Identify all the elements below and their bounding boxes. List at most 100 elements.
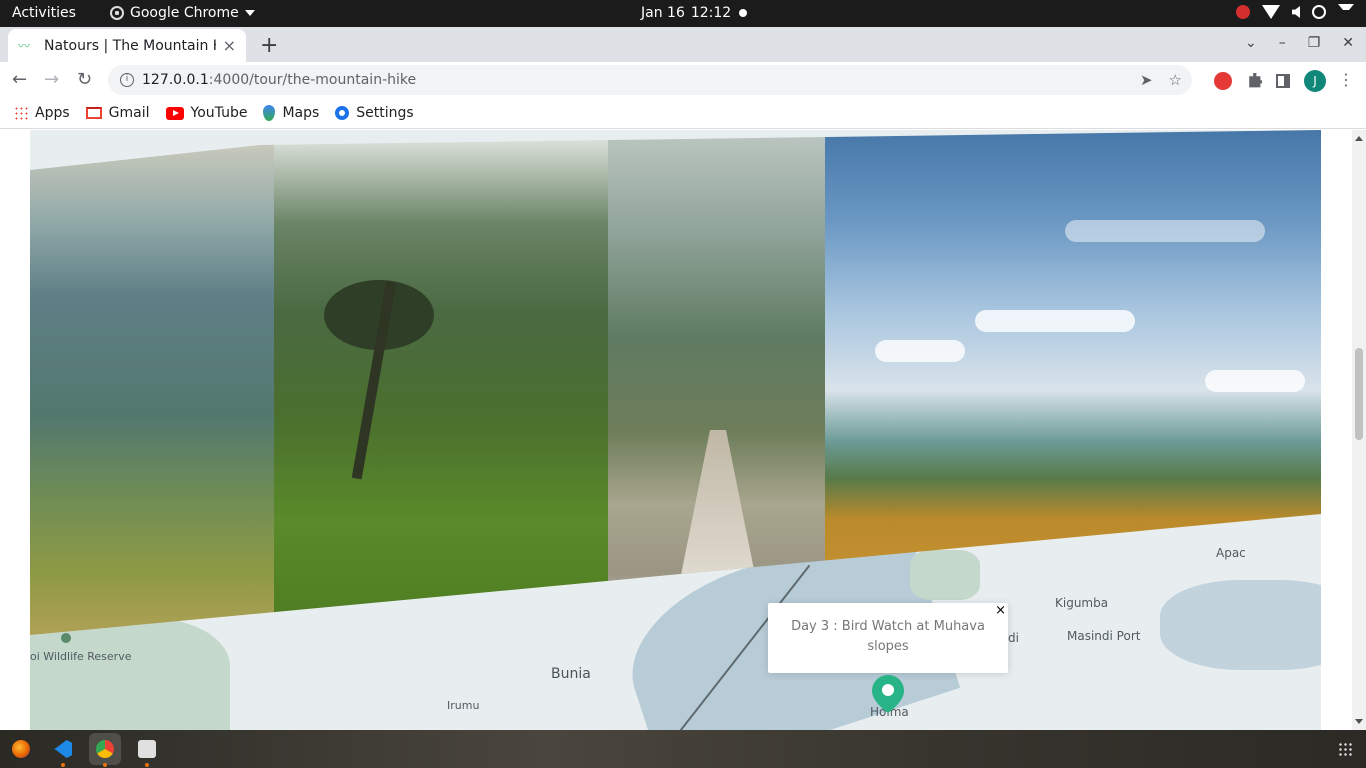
chrome-icon — [110, 6, 124, 20]
url-path: :4000/tour/the-mountain-hike — [208, 72, 417, 88]
boardwalk — [678, 430, 758, 590]
cloud — [875, 340, 965, 362]
wildlife-reserve-area — [30, 618, 230, 730]
bookmark-youtube[interactable]: YouTube — [165, 105, 248, 121]
site-info-icon[interactable]: i — [120, 73, 134, 87]
settings-icon — [335, 106, 350, 120]
vscode-launcher[interactable] — [47, 733, 79, 767]
map-popup[interactable]: × Day 3 : Bird Watch at Muhava slopes — [768, 603, 1008, 673]
map-label-wildlife-reserve: oi Wildlife Reserve — [30, 650, 132, 663]
show-applications-icon[interactable] — [1338, 742, 1352, 756]
back-icon[interactable]: ← — [12, 69, 27, 90]
youtube-icon — [165, 106, 184, 120]
running-indicator — [103, 763, 107, 767]
chrome-dock-icon — [96, 740, 114, 758]
app-menu[interactable]: Google Chrome — [110, 5, 255, 21]
tray-caret-icon — [1338, 4, 1354, 20]
browser-tab[interactable]: 〰 Natours | The Mountain H × — [8, 29, 246, 62]
address-bar[interactable]: i 127.0.0.1:4000/tour/the-mountain-hike … — [108, 65, 1192, 95]
url-host: 127.0.0.1 — [142, 72, 209, 88]
notification-dot-icon — [739, 9, 747, 17]
forward-icon[interactable]: → — [44, 69, 59, 90]
bookmark-star-icon[interactable]: ☆ — [1169, 71, 1182, 89]
restore-icon[interactable]: ❐ — [1308, 35, 1321, 51]
page-scrollbar[interactable] — [1352, 130, 1366, 730]
bookmark-label: Maps — [282, 105, 320, 121]
firefox-icon — [12, 740, 30, 758]
caret-down-icon — [244, 10, 255, 16]
window-controls: ⌄ – ❐ ✕ — [1245, 35, 1354, 51]
park-icon — [61, 633, 71, 643]
dock — [0, 730, 1366, 768]
wifi-icon — [1262, 5, 1280, 19]
profile-avatar[interactable]: J — [1304, 70, 1326, 92]
browser-toolbar: ← → ↻ i 127.0.0.1:4000/tour/the-mountain… — [0, 62, 1366, 98]
popup-text: Day 3 : Bird Watch at Muhava slopes — [791, 619, 985, 654]
bookmark-label: Settings — [356, 105, 414, 121]
bookmark-gmail[interactable]: Gmail — [85, 105, 150, 121]
system-tray[interactable] — [1236, 4, 1354, 20]
scroll-up-icon[interactable] — [1355, 136, 1363, 141]
cloud — [975, 310, 1135, 332]
bookmark-apps[interactable]: Apps — [14, 105, 70, 121]
page-viewport: Apac Kigumba Masindi Port di Bunia Irumu… — [0, 130, 1366, 730]
scroll-down-icon[interactable] — [1355, 719, 1363, 724]
apps-icon — [14, 106, 28, 120]
map-label-kigumba: Kigumba — [1055, 596, 1109, 610]
tab-strip: 〰 Natours | The Mountain H × + ⌄ – ❐ ✕ — [0, 27, 1366, 62]
chrome-launcher[interactable] — [89, 733, 121, 767]
cloud — [1205, 370, 1305, 392]
bookmark-maps[interactable]: Maps — [263, 105, 319, 121]
extension-icon[interactable] — [1214, 72, 1232, 90]
bookmarks-bar: Apps Gmail YouTube Maps Settings — [0, 98, 1366, 129]
time: 12:12 — [690, 5, 732, 21]
clock[interactable]: Jan 16 12:12 — [641, 5, 731, 21]
map-label-partial: di — [1008, 631, 1019, 645]
date: Jan 16 — [641, 5, 685, 21]
firefox-launcher[interactable] — [5, 733, 37, 765]
tour-picture-1 — [30, 130, 275, 635]
map-label-bunia: Bunia — [551, 666, 591, 682]
recording-indicator-icon — [1236, 5, 1250, 19]
tab-title: Natours | The Mountain H — [44, 37, 216, 54]
activities-button[interactable]: Activities — [12, 5, 76, 21]
cloud — [1065, 220, 1265, 242]
maps-icon — [263, 105, 276, 121]
files-launcher[interactable] — [131, 733, 163, 767]
close-window-icon[interactable]: ✕ — [1342, 35, 1354, 51]
map-pin-icon[interactable] — [872, 675, 904, 713]
volume-icon — [1292, 6, 1300, 18]
power-icon — [1312, 5, 1326, 19]
bookmark-settings[interactable]: Settings — [335, 105, 414, 121]
extensions-area: J — [1214, 70, 1326, 92]
tab-search-chevron-icon[interactable]: ⌄ — [1245, 35, 1257, 51]
map-label-irumu: Irumu — [447, 699, 480, 712]
bookmark-label: Apps — [35, 105, 70, 121]
minimize-icon[interactable]: – — [1279, 35, 1286, 51]
natours-favicon-icon: 〰 — [18, 38, 31, 53]
tour-content: Apac Kigumba Masindi Port di Bunia Irumu… — [30, 130, 1321, 730]
close-tab-icon[interactable]: × — [223, 36, 236, 55]
running-indicator — [61, 763, 65, 767]
new-tab-button[interactable]: + — [260, 33, 278, 58]
extensions-puzzle-icon[interactable] — [1249, 73, 1262, 88]
side-panel-icon[interactable] — [1276, 74, 1290, 88]
reload-icon[interactable]: ↻ — [77, 69, 92, 90]
app-name: Google Chrome — [130, 5, 239, 21]
tour-picture-2 — [274, 130, 609, 635]
bookmark-label: YouTube — [190, 105, 248, 121]
running-indicator — [145, 763, 149, 767]
system-top-bar: Activities Google Chrome Jan 16 12:12 — [0, 0, 1366, 27]
send-icon[interactable]: ➤ — [1140, 71, 1153, 89]
map-label-apac: Apac — [1216, 546, 1246, 560]
gmail-icon — [85, 107, 102, 119]
map-label-masindi-port: Masindi Port — [1067, 629, 1141, 643]
menu-icon[interactable]: ⋮ — [1338, 70, 1354, 89]
vscode-icon — [54, 740, 72, 758]
bookmark-label: Gmail — [108, 105, 150, 121]
scrollbar-thumb[interactable] — [1355, 348, 1363, 440]
lake-water — [1160, 580, 1321, 670]
files-icon — [138, 740, 156, 758]
popup-close-icon[interactable]: × — [995, 601, 1006, 621]
park-area — [910, 550, 980, 600]
